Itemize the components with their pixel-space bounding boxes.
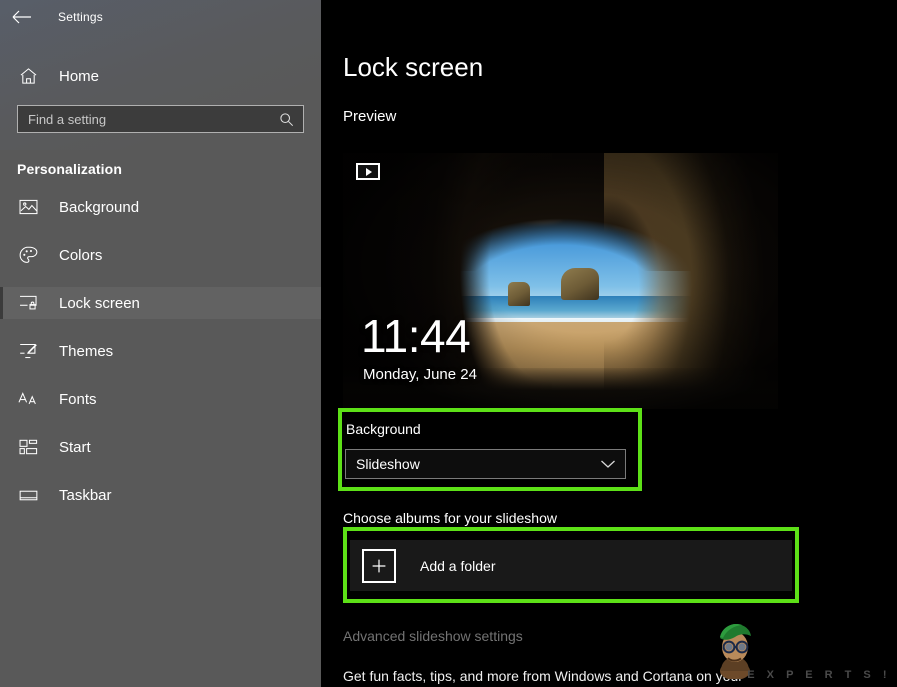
font-aa-icon [17, 388, 39, 410]
plus-icon [362, 549, 396, 583]
sidebar-item-label: Background [59, 199, 139, 216]
sidebar-item-label: Start [59, 439, 91, 456]
main-content: Lock screen Preview 11:44 Monday, June 2… [321, 0, 897, 687]
sidebar-item-label: Themes [59, 343, 113, 360]
sidebar-item-background[interactable]: Background [0, 191, 321, 223]
search-box[interactable] [17, 105, 304, 133]
choose-albums-heading: Choose albums for your slideshow [343, 510, 557, 526]
sidebar-item-start[interactable]: Start [0, 431, 321, 463]
settings-sidebar: Settings Home Personalization [0, 0, 321, 687]
title-bar: Settings [0, 0, 321, 32]
background-dropdown-value: Slideshow [356, 456, 420, 472]
home-label: Home [59, 68, 99, 85]
brush-icon [17, 340, 39, 362]
search-input[interactable] [18, 112, 273, 127]
background-dropdown[interactable]: Slideshow [345, 449, 626, 479]
advanced-slideshow-settings-link[interactable]: Advanced slideshow settings [343, 628, 523, 644]
background-label: Background [346, 421, 421, 437]
app-title: Settings [58, 10, 103, 24]
sidebar-nav-list: Background Colors [0, 191, 321, 511]
cortana-facts-text: Get fun facts, tips, and more from Windo… [343, 668, 743, 684]
sidebar-item-taskbar[interactable]: Taskbar [0, 479, 321, 511]
add-folder-button[interactable]: Add a folder [350, 540, 792, 591]
start-tiles-icon [17, 436, 39, 458]
sidebar-item-colors[interactable]: Colors [0, 239, 321, 271]
preview-section-label: Preview [343, 108, 396, 125]
settings-window: Settings Home Personalization [0, 0, 897, 687]
sidebar-item-label: Lock screen [59, 295, 140, 312]
add-folder-label: Add a folder [420, 558, 496, 574]
taskbar-icon [17, 484, 39, 506]
home-icon [17, 65, 39, 87]
lock-screen-icon [17, 292, 39, 314]
page-title: Lock screen [343, 52, 483, 83]
sidebar-item-themes[interactable]: Themes [0, 335, 321, 367]
palette-icon [17, 244, 39, 266]
watermark-text: E X P E R T S ! [747, 669, 891, 681]
sidebar-item-label: Taskbar [59, 487, 112, 504]
lock-screen-preview: 11:44 Monday, June 24 [343, 153, 778, 409]
back-arrow-icon[interactable] [0, 3, 44, 31]
sidebar-item-label: Fonts [59, 391, 97, 408]
sidebar-item-home[interactable]: Home [0, 56, 321, 96]
image-icon [17, 196, 39, 218]
preview-date: Monday, June 24 [363, 366, 477, 383]
sidebar-item-label: Colors [59, 247, 102, 264]
chevron-down-icon [600, 459, 616, 469]
sidebar-item-fonts[interactable]: Fonts [0, 383, 321, 415]
search-icon[interactable] [273, 112, 303, 127]
slideshow-play-icon [356, 163, 380, 180]
sidebar-category-title: Personalization [0, 161, 321, 177]
preview-clock: 11:44 [361, 313, 470, 359]
sidebar-item-lock-screen[interactable]: Lock screen [0, 287, 321, 319]
